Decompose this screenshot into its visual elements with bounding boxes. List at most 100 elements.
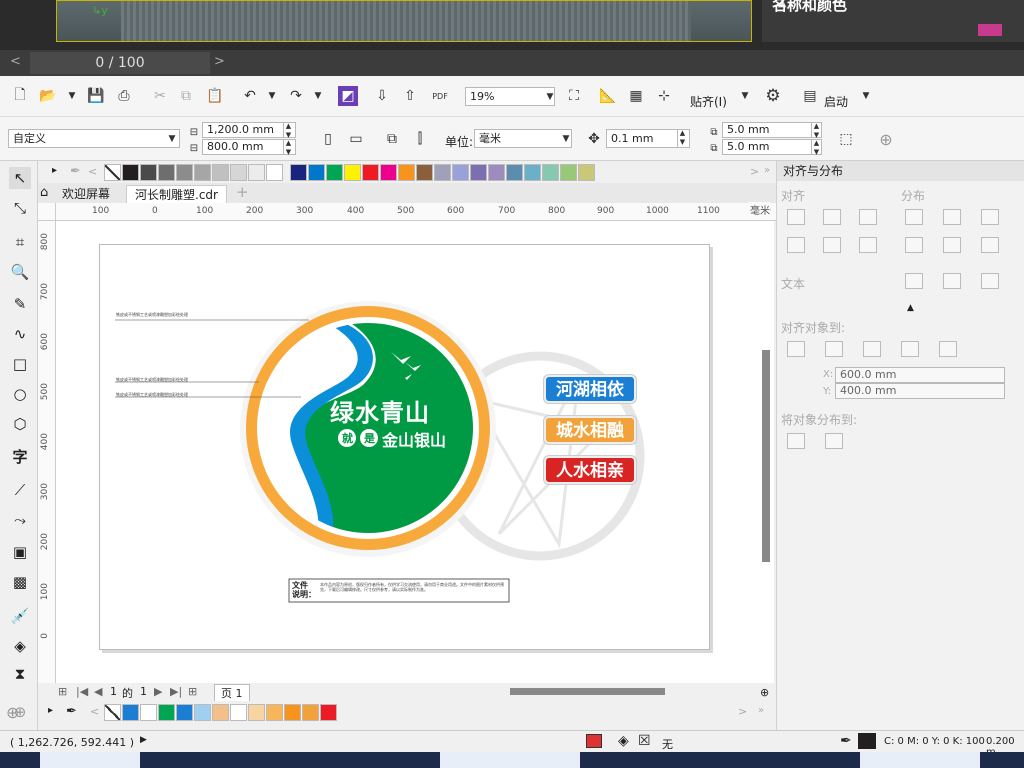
doc-palette-swatch[interactable]: [194, 704, 211, 721]
palette-swatch[interactable]: [524, 164, 541, 181]
palette-swatch[interactable]: [266, 164, 283, 181]
palette-swatch[interactable]: [308, 164, 325, 181]
new-document-icon[interactable]: 🗋: [10, 86, 30, 106]
horizontal-scrollbar[interactable]: [510, 688, 665, 695]
doc-palette-scroll-icon[interactable]: ▸: [48, 705, 53, 716]
connector-tool-icon[interactable]: ⤳: [9, 509, 31, 531]
import-icon[interactable]: ⇩: [372, 86, 392, 106]
page-height-field[interactable]: 800.0 mm: [202, 139, 296, 155]
dup-y-spinner[interactable]: ▲ ▼: [811, 139, 821, 156]
doc-palette-more-icon[interactable]: »: [758, 705, 764, 716]
palette-swatch[interactable]: [470, 164, 487, 181]
doc-palette-swatch[interactable]: [302, 704, 319, 721]
distribute-right-icon[interactable]: [981, 209, 999, 225]
export-icon[interactable]: ⇧: [400, 86, 420, 106]
align-to-page-center-icon[interactable]: [863, 341, 881, 357]
add-page-after-icon[interactable]: ⊞: [188, 685, 197, 698]
crop-tool-icon[interactable]: ⌗: [9, 231, 31, 253]
align-right-icon[interactable]: [859, 209, 877, 225]
palette-swatch[interactable]: [362, 164, 379, 181]
palette-more-icon[interactable]: »: [764, 165, 770, 176]
cut-icon[interactable]: ✂: [150, 86, 170, 106]
palette-back-icon[interactable]: <: [88, 165, 97, 178]
doc-palette-swatch[interactable]: [248, 704, 265, 721]
distribute-to-selection-icon[interactable]: [787, 433, 805, 449]
rectangle-tool-icon[interactable]: □: [9, 353, 31, 375]
palette-swatch[interactable]: [158, 164, 175, 181]
last-page-icon[interactable]: ▶|: [170, 685, 182, 698]
redo-menu-icon[interactable]: ▼: [308, 86, 328, 106]
landscape-icon[interactable]: ▭: [346, 129, 366, 149]
align-to-point-icon[interactable]: [939, 341, 957, 357]
all-pages-icon[interactable]: ⧉: [382, 129, 402, 149]
palette-swatch[interactable]: [326, 164, 343, 181]
tab-document[interactable]: 河长制雕塑.cdr: [126, 185, 227, 203]
eyedropper-small-icon[interactable]: ✒: [70, 164, 81, 179]
text-line-icon[interactable]: [943, 273, 961, 289]
zoom-dropdown-icon[interactable]: ▼: [540, 87, 560, 107]
distribute-center-icon[interactable]: [943, 209, 961, 225]
palette-swatch[interactable]: [578, 164, 595, 181]
palette-swatch[interactable]: [434, 164, 451, 181]
prev-page-icon[interactable]: ◀: [94, 685, 102, 698]
palette-swatch[interactable]: [560, 164, 577, 181]
interactive-fill-icon[interactable]: ◈: [9, 635, 31, 657]
doc-palette-swatch[interactable]: [122, 704, 139, 721]
paste-icon[interactable]: 📋: [205, 86, 225, 106]
distribute-left-icon[interactable]: [905, 209, 923, 225]
collapse-arrow-icon[interactable]: ▲: [907, 303, 914, 313]
palette-swatch[interactable]: [542, 164, 559, 181]
doc-palette-swatch[interactable]: [212, 704, 229, 721]
portrait-icon[interactable]: ▯: [318, 129, 338, 149]
unit-dropdown-icon[interactable]: ▼: [556, 129, 576, 149]
palette-swatch[interactable]: [122, 164, 139, 181]
parallel-dimension-icon[interactable]: ⟋: [9, 479, 31, 501]
status-arrow-icon[interactable]: ▶: [140, 735, 147, 745]
print-icon[interactable]: ⎙: [114, 86, 134, 106]
palette-swatch[interactable]: [452, 164, 469, 181]
vertical-ruler[interactable]: 800 700 600 500 400 300 200 100 0: [38, 221, 56, 685]
height-spinner[interactable]: ▲ ▼: [283, 139, 293, 156]
zoom-tool-icon[interactable]: 🔍: [9, 261, 31, 283]
drop-shadow-icon[interactable]: ▣: [9, 541, 31, 563]
add-icon[interactable]: ⊕: [876, 129, 896, 149]
doc-palette-forward-icon[interactable]: >: [738, 705, 747, 718]
undo-menu-icon[interactable]: ▼: [262, 86, 282, 106]
no-color-swatch[interactable]: [104, 704, 121, 721]
palette-swatch[interactable]: [212, 164, 229, 181]
text-bbox-icon[interactable]: [981, 273, 999, 289]
launch-icon[interactable]: ▤: [800, 86, 820, 106]
horizontal-ruler[interactable]: 100 0 100 200 300 400 500 600 700 800 90…: [56, 202, 776, 221]
launch-menu[interactable]: 启动: [824, 93, 848, 110]
add-tab-icon[interactable]: +: [236, 183, 249, 201]
distribute-top-icon[interactable]: [905, 237, 923, 253]
align-top-icon[interactable]: [787, 237, 805, 253]
palette-swatch[interactable]: [194, 164, 211, 181]
home-icon[interactable]: ⌂: [40, 185, 48, 200]
first-page-icon[interactable]: |◀: [76, 685, 88, 698]
palette-swatch[interactable]: [506, 164, 523, 181]
align-y-field[interactable]: 400.0 mm: [835, 383, 1005, 399]
outline-color-swatch[interactable]: [858, 733, 876, 749]
snap-menu[interactable]: 贴齐(I): [690, 93, 727, 110]
chevron-down-icon[interactable]: ▼: [62, 86, 82, 106]
palette-swatch[interactable]: [230, 164, 247, 181]
pick-tool-icon[interactable]: ↖: [9, 167, 31, 189]
align-to-page-edge-icon[interactable]: [825, 341, 843, 357]
snap-dropdown-icon[interactable]: ▼: [735, 86, 755, 106]
distribute-to-page-icon[interactable]: [825, 433, 843, 449]
page-width-field[interactable]: 1,200.0 mm: [202, 122, 296, 138]
doc-palette-swatch[interactable]: [176, 704, 193, 721]
guidelines-icon[interactable]: ⊹: [654, 86, 674, 106]
palette-swatch[interactable]: [398, 164, 415, 181]
align-center-v-icon[interactable]: [823, 237, 841, 253]
text-baseline-icon[interactable]: [905, 273, 923, 289]
palette-swatch[interactable]: [416, 164, 433, 181]
palette-swatch[interactable]: [176, 164, 193, 181]
page-tab[interactable]: 页 1: [214, 684, 250, 702]
vertical-scrollbar[interactable]: [762, 350, 770, 562]
polygon-tool-icon[interactable]: ⬡: [9, 413, 31, 435]
doc-palette-back-icon[interactable]: <: [90, 705, 99, 718]
undo-icon[interactable]: ↶: [240, 86, 260, 106]
duplicate-x-field[interactable]: 5.0 mm: [722, 122, 822, 138]
